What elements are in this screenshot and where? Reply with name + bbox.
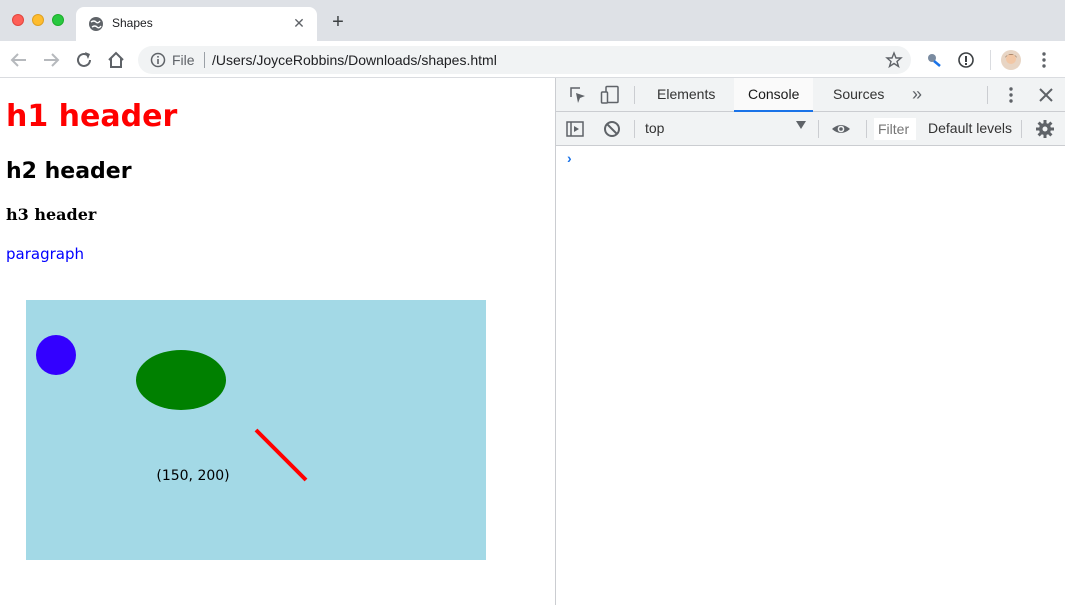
console-settings-gear-icon[interactable] — [1035, 119, 1055, 139]
console-prompt-chevron-icon[interactable]: › — [567, 150, 572, 166]
tab-sources[interactable]: Sources — [819, 78, 898, 112]
extension-icon[interactable] — [925, 51, 943, 69]
shapes-svg: (150, 200) — [26, 300, 486, 560]
close-devtools-icon[interactable] — [1036, 85, 1056, 105]
new-tab-button[interactable]: + — [328, 12, 348, 32]
close-tab-icon[interactable]: ✕ — [291, 15, 307, 31]
tab-strip: Shapes ✕ + — [0, 0, 1065, 41]
back-arrow-icon[interactable] — [8, 49, 30, 71]
blue-circle — [36, 335, 76, 375]
toolbar-separator — [818, 120, 819, 138]
zoom-window-button[interactable] — [52, 14, 64, 26]
live-expression-eye-icon[interactable] — [831, 119, 851, 139]
context-value: top — [645, 120, 665, 136]
clear-console-icon[interactable] — [602, 119, 622, 139]
address-bar[interactable]: File /Users/JoyceRobbins/Downloads/shape… — [138, 46, 911, 74]
console-output[interactable]: › — [556, 146, 1065, 605]
browser-toolbar: File /Users/JoyceRobbins/Downloads/shape… — [0, 41, 1065, 78]
h2-heading: h2 header — [6, 159, 132, 184]
toolbar-separator — [990, 50, 991, 70]
log-levels-dropdown[interactable]: Default levels — [928, 120, 1012, 136]
forward-arrow-icon[interactable] — [40, 49, 62, 71]
devtools-panel: Elements Console Sources » top Filter De… — [556, 78, 1065, 605]
paragraph-text: paragraph — [6, 245, 84, 263]
toolbar-separator — [866, 120, 867, 138]
context-select[interactable]: top — [645, 120, 805, 138]
home-icon[interactable] — [105, 49, 127, 71]
tab-bar-separator — [634, 86, 635, 104]
inspect-element-icon[interactable] — [568, 85, 588, 105]
tab-title: Shapes — [112, 16, 153, 30]
menu-kebab-icon[interactable] — [1035, 51, 1053, 69]
h3-heading: h3 header — [6, 205, 97, 224]
minimize-window-button[interactable] — [32, 14, 44, 26]
globe-icon — [89, 17, 103, 31]
green-ellipse — [136, 350, 226, 410]
coordinate-label: (150, 200) — [156, 468, 229, 484]
reload-icon[interactable] — [73, 49, 95, 71]
sidebar-toggle-icon[interactable] — [565, 119, 585, 139]
extension-info-icon[interactable] — [957, 51, 975, 69]
browser-tab[interactable]: Shapes ✕ — [76, 7, 317, 41]
devtools-menu-icon[interactable] — [1001, 85, 1021, 105]
device-toolbar-icon[interactable] — [600, 85, 620, 105]
tab-console[interactable]: Console — [734, 78, 814, 112]
profile-avatar[interactable] — [1001, 50, 1021, 70]
tab-elements[interactable]: Elements — [643, 78, 729, 112]
h1-heading: h1 header — [6, 99, 178, 134]
scheme-label: File — [172, 52, 195, 68]
toolbar-separator — [1021, 120, 1022, 138]
dropdown-arrow-icon[interactable] — [796, 121, 806, 129]
tab-bar-separator — [987, 86, 988, 104]
devtools-tab-bar: Elements Console Sources » — [556, 78, 1065, 112]
page-viewport: h1 header h2 header h3 header paragraph … — [0, 78, 555, 605]
info-icon[interactable] — [150, 52, 166, 68]
console-toolbar: top Default levels — [556, 112, 1065, 146]
console-filter-input[interactable] — [874, 118, 916, 140]
bookmark-star-icon[interactable] — [885, 51, 903, 69]
close-window-button[interactable] — [12, 14, 24, 26]
address-separator — [204, 52, 205, 68]
more-tabs-icon[interactable]: » — [912, 84, 922, 105]
toolbar-separator — [634, 120, 635, 138]
url-text[interactable]: /Users/JoyceRobbins/Downloads/shapes.htm… — [212, 52, 497, 68]
